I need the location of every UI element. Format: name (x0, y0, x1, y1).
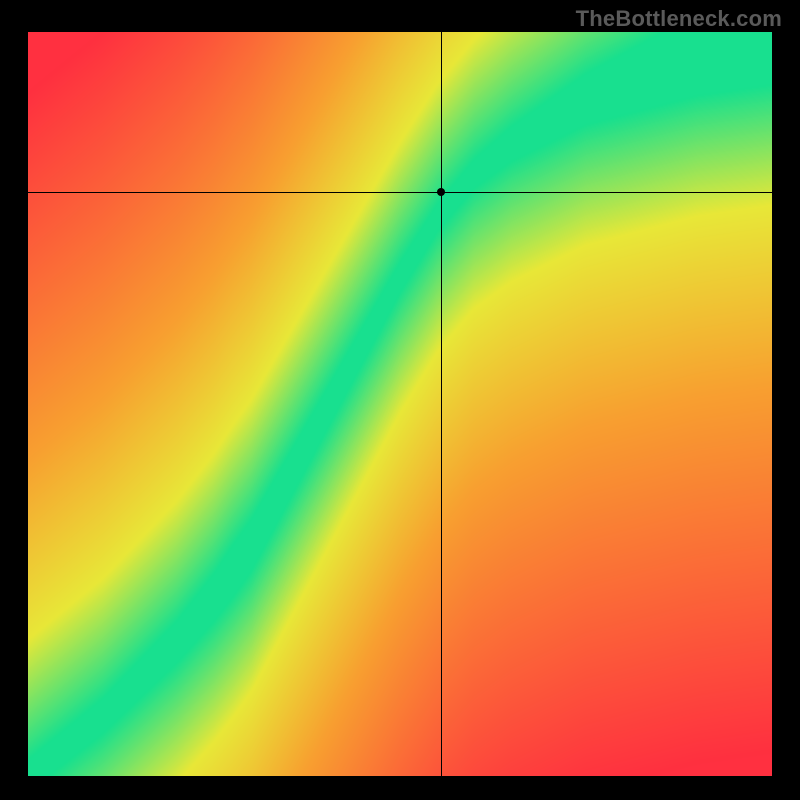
crosshair-horizontal (28, 192, 772, 193)
heatmap-plot (28, 32, 772, 776)
attribution-label: TheBottleneck.com (576, 6, 782, 32)
heatmap-canvas (28, 32, 772, 776)
crosshair-vertical (441, 32, 442, 776)
crosshair-marker (437, 188, 445, 196)
